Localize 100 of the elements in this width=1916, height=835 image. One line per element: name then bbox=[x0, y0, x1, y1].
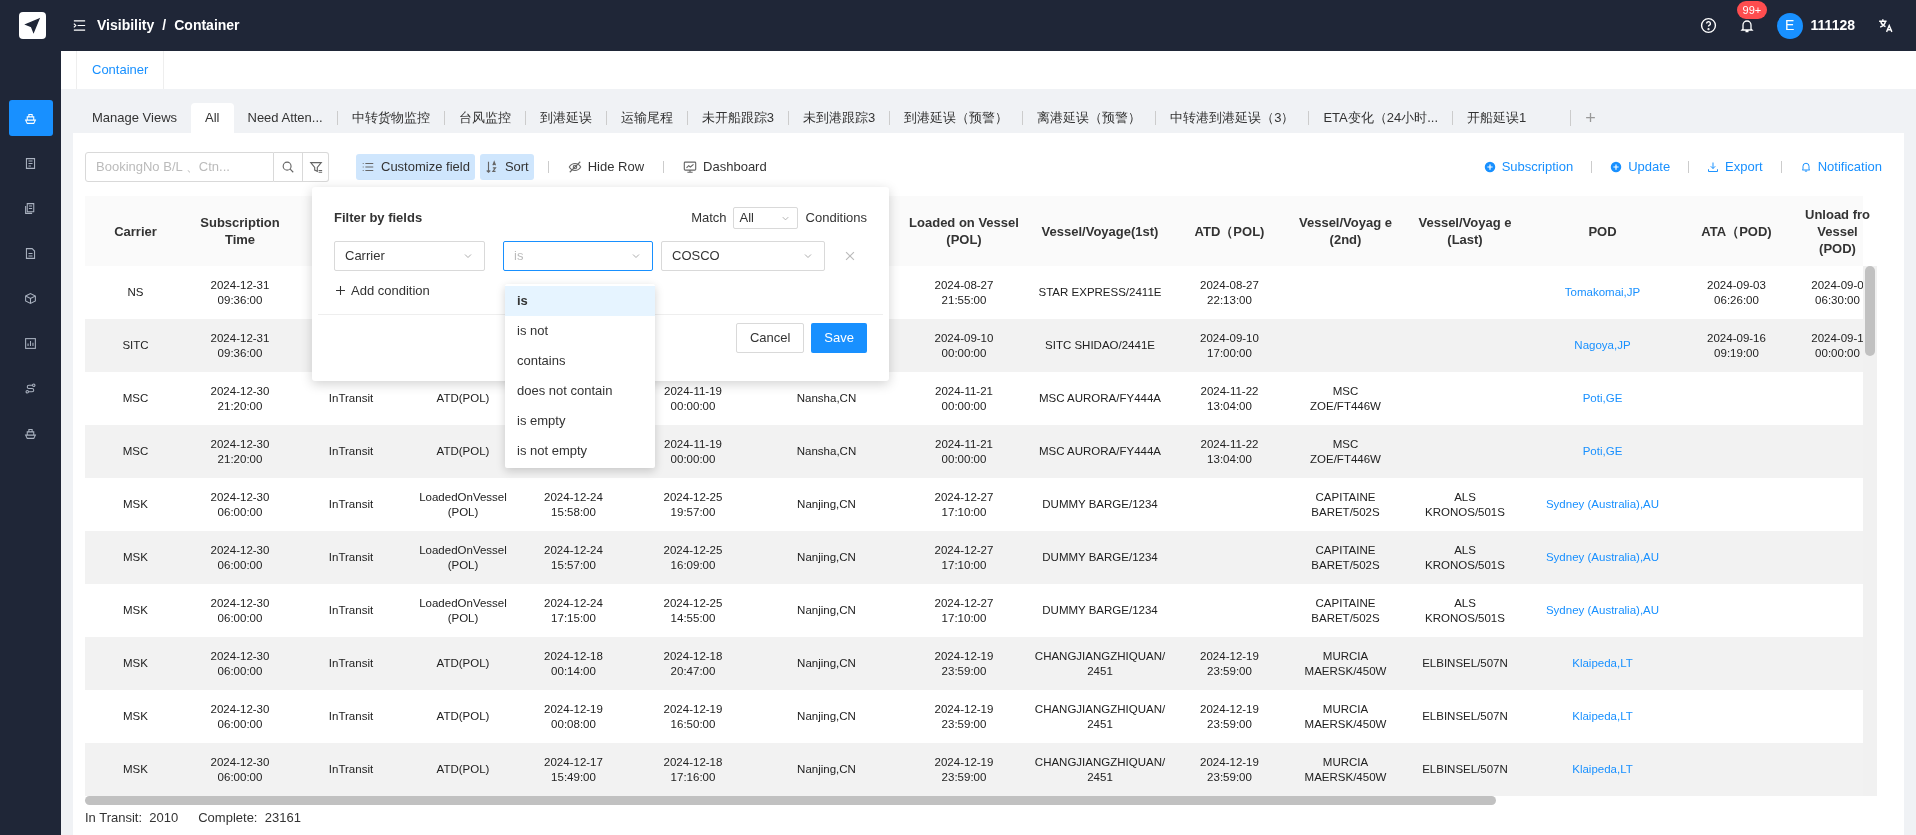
dropdown-option[interactable]: is bbox=[505, 286, 655, 316]
view-tab[interactable]: 离港延误（预警） bbox=[1023, 103, 1156, 133]
table-cell: 2024-12-25 16:09:00 bbox=[663, 542, 723, 573]
view-tab[interactable]: 到港延误（预警） bbox=[890, 103, 1023, 133]
table-cell: STAR EXPRESS/2411E bbox=[1038, 285, 1162, 300]
match-select[interactable]: All bbox=[732, 207, 798, 229]
popover-title: Filter by fields bbox=[334, 209, 423, 228]
user-name[interactable]: 111128 bbox=[1810, 15, 1855, 36]
plus-circle-icon bbox=[1483, 160, 1496, 173]
value-select[interactable]: COSCO bbox=[661, 241, 825, 271]
column-header: Unload fro Vessel (POD) bbox=[1804, 205, 1871, 258]
table-cell: InTransit bbox=[328, 656, 374, 671]
table-cell: CAPITAINE BARET/502S bbox=[1311, 489, 1380, 520]
table-cell: 2024-12-30 06:00:00 bbox=[210, 542, 270, 573]
table-cell: MSC ZOE/FT446W bbox=[1310, 383, 1381, 414]
table-cell: 2024-12-30 06:00:00 bbox=[210, 648, 270, 679]
view-tab[interactable]: 开船延误1 bbox=[1453, 103, 1541, 133]
column-header: Subscription Time bbox=[199, 214, 281, 249]
table-cell: ATD(POL) bbox=[436, 656, 490, 671]
table-cell: ELBINSEL/507N bbox=[1422, 762, 1508, 777]
status-count: Complete: 23161 bbox=[198, 809, 301, 828]
translate-icon[interactable] bbox=[1877, 17, 1894, 34]
table-cell: 2024-12-18 00:14:00 bbox=[544, 648, 603, 679]
table-cell: ALS KRONOS/501S bbox=[1425, 489, 1505, 520]
dropdown-option[interactable]: is not bbox=[505, 316, 655, 346]
view-tab[interactable]: 运输尾程 bbox=[606, 103, 687, 133]
breadcrumb-item[interactable]: Container bbox=[174, 15, 240, 36]
table-cell: Nansha,CN bbox=[796, 444, 857, 459]
filter-button[interactable] bbox=[303, 151, 329, 182]
table-cell: MSK bbox=[123, 762, 148, 777]
view-tab[interactable]: 中转货物监控 bbox=[337, 103, 444, 133]
eye-slash-icon bbox=[567, 159, 582, 174]
column-header: ATA（POD) bbox=[1700, 222, 1773, 241]
column-header: POD bbox=[1587, 222, 1618, 241]
view-tab[interactable]: 未开船跟踪3 bbox=[687, 103, 788, 133]
table-cell: 2024-12-25 19:57:00 bbox=[663, 489, 723, 520]
dropdown-option[interactable]: is not empty bbox=[505, 436, 655, 466]
table-cell: DUMMY BARGE/1234 bbox=[1042, 497, 1158, 512]
view-tab[interactable]: 到港延误 bbox=[525, 103, 606, 133]
plus-icon bbox=[334, 284, 347, 298]
table-cell: 2024-12-27 17:10:00 bbox=[934, 489, 994, 520]
dropdown-option[interactable]: is empty bbox=[505, 406, 655, 436]
table-cell: 2024-12-24 15:58:00 bbox=[544, 489, 603, 520]
monitor-icon bbox=[683, 159, 698, 174]
table-cell: MURCIA MAERSK/450W bbox=[1304, 701, 1387, 732]
horizontal-scrollbar-thumb[interactable] bbox=[85, 796, 1496, 805]
route-icon bbox=[24, 381, 37, 395]
table-cell: 2024-12-31 09:36:00 bbox=[210, 277, 270, 308]
document-icon bbox=[24, 156, 37, 170]
view-tab[interactable]: 未到港跟踪3 bbox=[788, 103, 890, 133]
table-cell: InTransit bbox=[328, 497, 374, 512]
table-cell: 2024-12-18 17:16:00 bbox=[663, 754, 723, 785]
table-cell: DUMMY BARGE/1234 bbox=[1042, 550, 1158, 565]
help-icon[interactable] bbox=[1699, 17, 1717, 34]
table-cell: CHANGJIANGZHIQUAN/ 2451 bbox=[1034, 754, 1166, 785]
manage-views-button[interactable]: Manage Views bbox=[78, 103, 192, 133]
table-cell: MSK bbox=[123, 709, 148, 724]
search-field[interactable]: BookingNo B/L 、Ctn... bbox=[85, 151, 274, 182]
table-cell: 2024-12-30 21:20:00 bbox=[210, 436, 270, 467]
table-cell: 2024-12-19 23:59:00 bbox=[934, 701, 994, 732]
stacked-documents-icon bbox=[24, 201, 37, 215]
table-cell: Nanjing,CN bbox=[797, 762, 856, 777]
table-cell: MSC bbox=[122, 444, 149, 459]
view-tab[interactable]: ETA变化（24小时... bbox=[1309, 103, 1452, 133]
vertical-scrollbar[interactable] bbox=[1863, 266, 1877, 796]
view-tab[interactable]: All bbox=[191, 103, 234, 133]
table-cell: Nanjing,CN bbox=[797, 603, 856, 618]
dropdown-option[interactable]: does not contain bbox=[505, 376, 655, 406]
conditions-label: Conditions bbox=[805, 209, 867, 228]
table-cell: 2024-09-10 00:00:00 bbox=[934, 330, 994, 361]
menu-icon[interactable] bbox=[72, 18, 87, 33]
dropdown-option[interactable]: contains bbox=[505, 346, 655, 376]
table-cell: 2024-09-16 09:19:00 bbox=[1707, 330, 1766, 361]
table-cell: 2024-12-27 17:10:00 bbox=[934, 595, 994, 626]
search-button[interactable] bbox=[274, 151, 303, 182]
sidebar-item[interactable] bbox=[8, 100, 53, 136]
notification-badge: 99+ bbox=[1736, 0, 1768, 19]
search-icon bbox=[281, 159, 295, 174]
box-icon bbox=[24, 291, 37, 305]
cancel-button[interactable]: Cancel bbox=[735, 322, 805, 353]
toolbar-button[interactable]: Customize field bbox=[356, 153, 475, 180]
file-icon bbox=[24, 246, 37, 260]
column-header: ATD（POL) bbox=[1193, 222, 1266, 241]
table-cell: 2024-11-19 00:00:00 bbox=[664, 436, 722, 467]
table-cell: 2024-11-21 00:00:00 bbox=[935, 436, 993, 467]
view-tab[interactable]: Need Atten... bbox=[233, 103, 337, 133]
toolbar-button[interactable]: Sort bbox=[479, 153, 534, 180]
view-tab[interactable]: 中转港到港延误（3） bbox=[1156, 103, 1309, 133]
table-cell: CHANGJIANGZHIQUAN/ 2451 bbox=[1034, 648, 1166, 679]
breadcrumb-item[interactable]: Visibility bbox=[97, 15, 155, 36]
table-cell: MSK bbox=[123, 550, 148, 565]
table-cell: InTransit bbox=[328, 603, 374, 618]
app-logo[interactable] bbox=[19, 12, 46, 39]
field-select[interactable]: Carrier bbox=[334, 241, 485, 271]
notification-button[interactable] bbox=[1738, 17, 1755, 34]
toolbar-button[interactable]: Hide Row bbox=[562, 153, 650, 180]
add-condition-button[interactable]: Add condition bbox=[334, 281, 430, 301]
view-tab[interactable]: 台风监控 bbox=[444, 103, 525, 133]
scrollbar-thumb[interactable] bbox=[1865, 266, 1875, 356]
toolbar-button[interactable]: Dashboard bbox=[678, 153, 772, 180]
